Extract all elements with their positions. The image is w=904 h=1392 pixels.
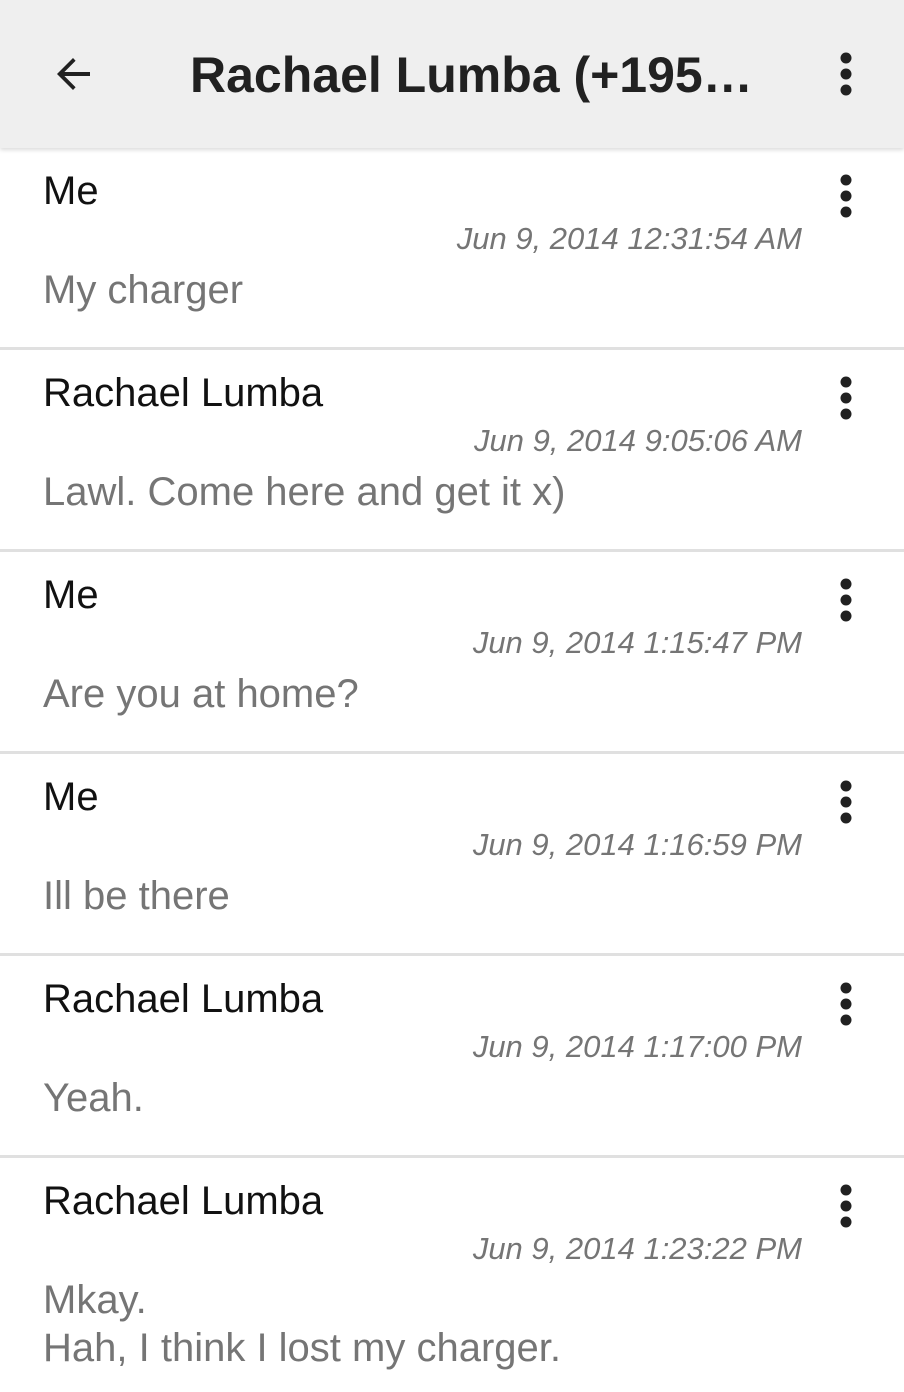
more-vert-icon [840,52,852,96]
message-timestamp: Jun 9, 2014 1:17:00 PM [472,1029,802,1064]
message-menu-button[interactable] [816,1174,876,1238]
more-vert-icon [840,174,852,218]
message-text: My charger [43,268,244,312]
more-vert-icon [840,376,852,420]
more-vert-icon [840,1184,852,1228]
message-timestamp: Jun 9, 2014 1:15:47 PM [472,625,802,660]
more-vert-icon [840,578,852,622]
message-sender: Me [43,775,99,819]
back-button[interactable] [34,34,114,114]
message-menu-button[interactable] [816,164,876,228]
message-item[interactable]: Rachael Lumba Jun 9, 2014 1:17:00 PM Yea… [0,956,904,1158]
message-sender: Me [43,169,99,213]
message-list[interactable]: Me Jun 9, 2014 12:31:54 AM My charger Ra… [0,148,904,1392]
message-item[interactable]: Rachael Lumba Jun 9, 2014 9:05:06 AM Law… [0,350,904,552]
page-title: Rachael Lumba (+195… [190,47,753,103]
message-menu-button[interactable] [816,366,876,430]
message-item[interactable]: Rachael Lumba Jun 9, 2014 1:23:22 PM Mka… [0,1158,904,1392]
message-item[interactable]: Me Jun 9, 2014 1:16:59 PM Ill be there [0,754,904,956]
message-timestamp: Jun 9, 2014 1:23:22 PM [472,1231,802,1266]
more-vert-icon [840,780,852,824]
message-text: Mkay. Hah, I think I lost my charger. [43,1278,561,1370]
message-item[interactable]: Me Jun 9, 2014 1:15:47 PM Are you at hom… [0,552,904,754]
message-timestamp: Jun 9, 2014 12:31:54 AM [456,221,802,256]
message-menu-button[interactable] [816,972,876,1036]
conversation-screen: Rachael Lumba (+195… Me Jun 9, 2014 12:3… [0,0,904,1392]
overflow-menu-button[interactable] [806,34,886,114]
message-timestamp: Jun 9, 2014 9:05:06 AM [473,423,802,458]
app-bar: Rachael Lumba (+195… [0,0,904,148]
message-text: Ill be there [43,874,230,918]
message-timestamp: Jun 9, 2014 1:16:59 PM [472,827,802,862]
message-text: Lawl. Come here and get it x) [43,470,566,514]
message-item[interactable]: Me Jun 9, 2014 12:31:54 AM My charger [0,148,904,350]
message-sender: Rachael Lumba [43,977,324,1021]
message-sender: Rachael Lumba [43,371,324,415]
message-text: Yeah. [43,1076,144,1120]
more-vert-icon [840,982,852,1026]
arrow-back-icon [57,58,90,90]
message-menu-button[interactable] [816,568,876,632]
message-sender: Rachael Lumba [43,1179,324,1223]
message-text: Are you at home? [43,672,359,716]
message-menu-button[interactable] [816,770,876,834]
message-sender: Me [43,573,99,617]
